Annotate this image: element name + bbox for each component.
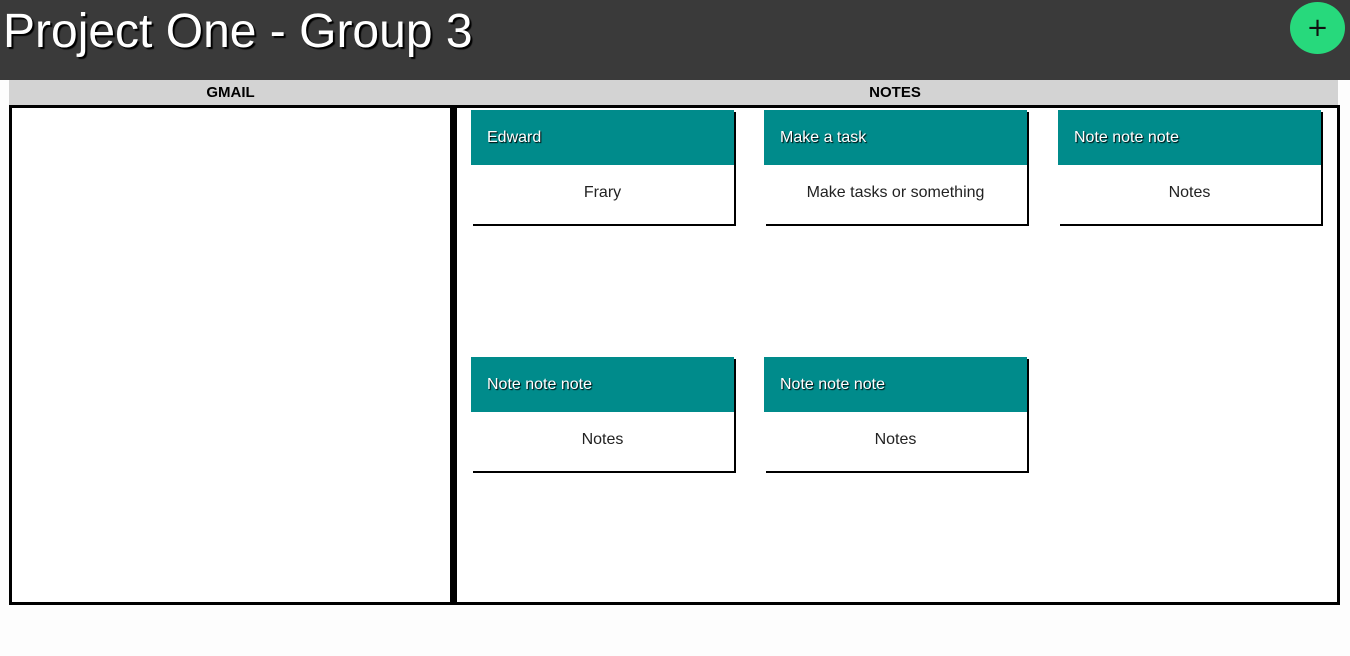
- note-card[interactable]: Make a task Make tasks or something: [764, 110, 1027, 224]
- note-body: Notes: [874, 431, 917, 448]
- note-body: Notes: [581, 431, 624, 448]
- note-title: Note note note: [764, 357, 1027, 412]
- note-body: Frary: [583, 184, 622, 201]
- note-card[interactable]: Edward Frary: [471, 110, 734, 224]
- gmail-column-label: GMAIL: [9, 80, 452, 105]
- note-card[interactable]: Note note note Notes: [764, 357, 1027, 471]
- notes-panel: Edward Frary Make a task Make tasks or s…: [452, 105, 1340, 605]
- note-title: Make a task: [764, 110, 1027, 165]
- note-body: Notes: [1168, 184, 1211, 201]
- app-header: Project One - Group 3 +: [0, 0, 1350, 80]
- note-title: Note note note: [1058, 110, 1321, 165]
- notes-column-label: NOTES: [452, 80, 1338, 105]
- note-card[interactable]: Note note note Notes: [1058, 110, 1321, 224]
- note-title: Edward: [471, 110, 734, 165]
- add-note-button[interactable]: +: [1290, 2, 1345, 54]
- note-title: Note note note: [471, 357, 734, 412]
- note-card[interactable]: Note note note Notes: [471, 357, 734, 471]
- page-title: Project One - Group 3: [3, 5, 473, 58]
- plus-icon: +: [1306, 13, 1329, 43]
- gmail-panel: [9, 105, 453, 605]
- note-body: Make tasks or something: [806, 184, 985, 201]
